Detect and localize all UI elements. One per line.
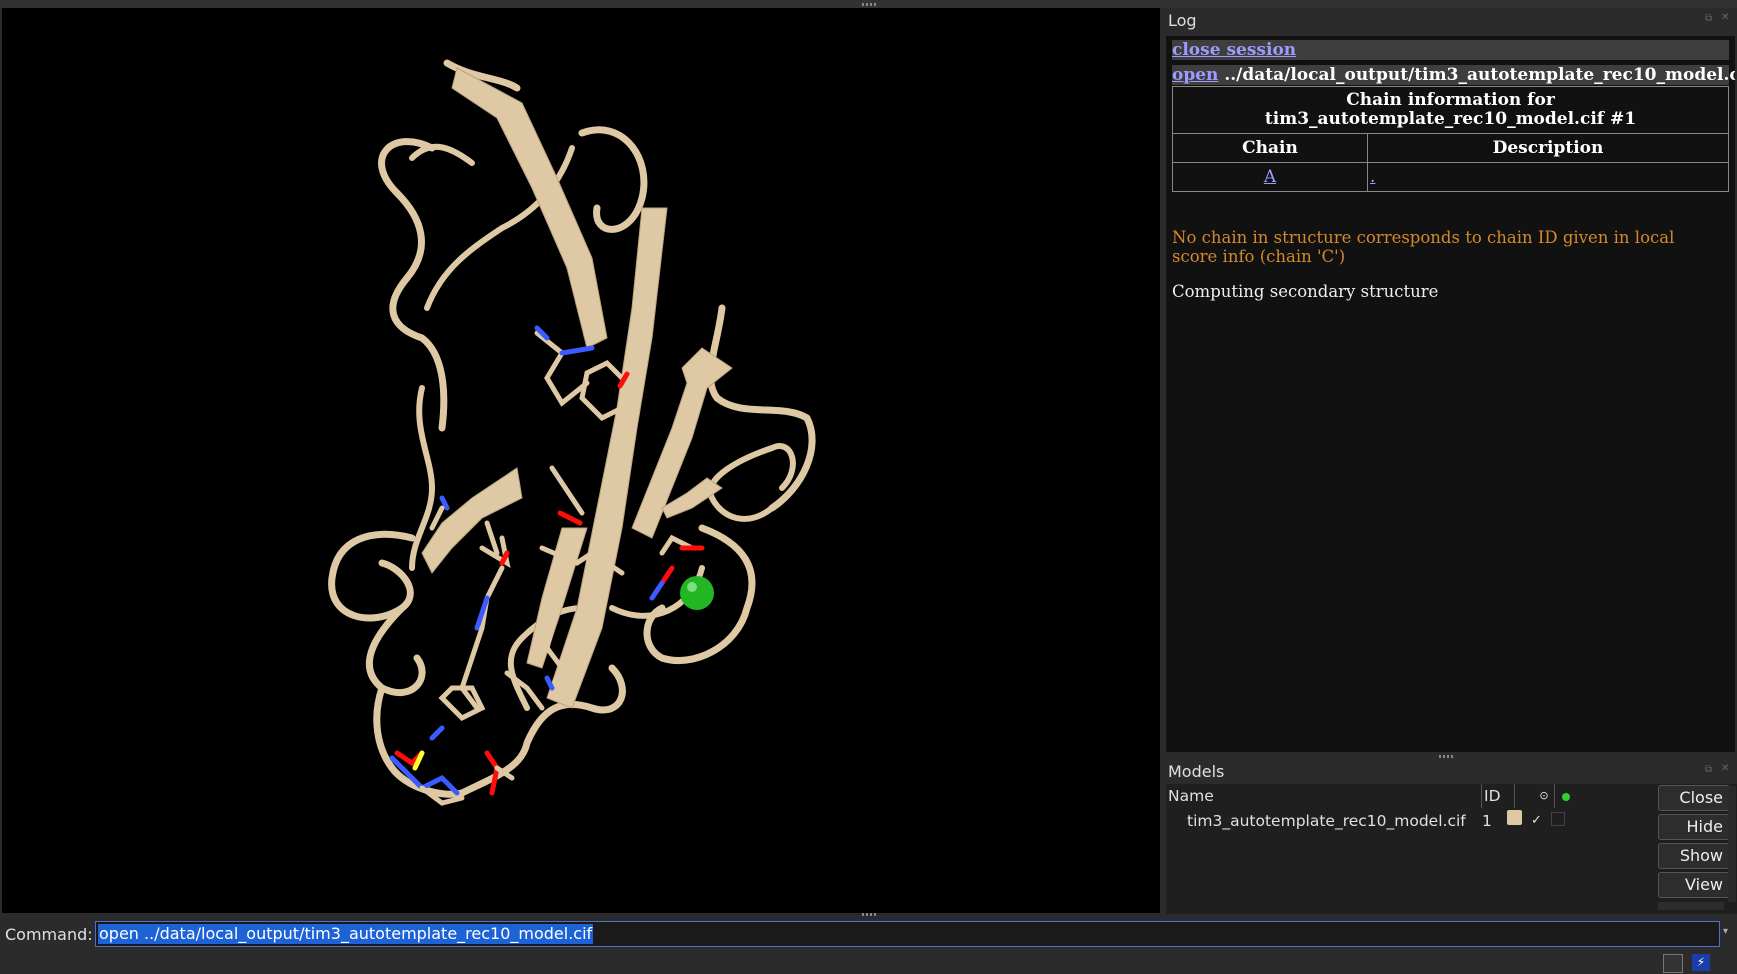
horizontal-scrollbar[interactable] — [1658, 902, 1724, 910]
description-column-header: Description — [1367, 133, 1729, 163]
open-link[interactable]: open — [1172, 65, 1218, 85]
chain-info-table: Chain information for tim3_autotemplate_… — [1172, 86, 1729, 192]
chain-table-title: Chain information for tim3_autotemplate_… — [1172, 86, 1729, 134]
model-select-checkbox[interactable] — [1551, 812, 1565, 826]
visibility-column-icon: ⊙ — [1534, 784, 1555, 808]
id-column-header[interactable]: ID — [1482, 784, 1515, 808]
model-shown-checkbox[interactable]: ✓ — [1531, 813, 1542, 828]
command-bar: Command: open ../data/local_output/tim3_… — [0, 913, 1737, 952]
chain-description-link[interactable]: . — [1370, 167, 1375, 187]
close-icon[interactable]: ✕ — [1721, 12, 1729, 23]
toggle-panels-icon[interactable] — [1663, 954, 1683, 973]
undock-icon[interactable]: ⧉ — [1705, 13, 1712, 24]
models-panel: Name ID ⊙ tim3_autotemplate_rec10_model.… — [1166, 784, 1737, 914]
close-model-button[interactable]: Close — [1658, 785, 1730, 811]
vertical-scrollbar[interactable] — [1728, 786, 1736, 902]
protein-structure-render — [328, 59, 816, 806]
undock-icon[interactable]: ⧉ — [1705, 764, 1712, 775]
command-label: Command: — [5, 925, 93, 944]
model-color-swatch[interactable] — [1507, 810, 1522, 825]
model-row-name[interactable]: tim3_autotemplate_rec10_model.cif — [1187, 812, 1466, 830]
log-panel: close session open ../data/local_output/… — [1166, 36, 1735, 752]
model-row-id: 1 — [1482, 812, 1492, 830]
hide-model-button[interactable]: Hide — [1658, 814, 1730, 840]
command-history-dropdown-icon[interactable]: ▾ — [1723, 926, 1728, 937]
open-path: ../data/local_output/tim3_autotemplate_r… — [1224, 65, 1735, 85]
log-info: Computing secondary structure — [1172, 282, 1439, 301]
rendering-icon[interactable]: ⚡ — [1692, 954, 1710, 971]
ion-sphere — [680, 576, 714, 610]
log-warning: No chain in structure corresponds to cha… — [1172, 228, 1675, 266]
close-session-link[interactable]: close session — [1172, 40, 1296, 60]
command-input-text[interactable]: open ../data/local_output/tim3_autotempl… — [98, 924, 594, 944]
chain-column-header: Chain — [1172, 133, 1368, 163]
top-splitter[interactable] — [0, 0, 1737, 8]
chain-a-link[interactable]: A — [1264, 167, 1276, 187]
log-command-open: open ../data/local_output/tim3_autotempl… — [1172, 65, 1735, 85]
close-icon[interactable]: ✕ — [1721, 763, 1729, 774]
log-command-close: close session — [1172, 40, 1729, 60]
name-column-header[interactable]: Name — [1166, 784, 1482, 808]
graphics-viewer[interactable] — [2, 8, 1160, 913]
status-bar: ⚡ — [0, 952, 1737, 974]
command-input[interactable]: open ../data/local_output/tim3_autotempl… — [95, 921, 1720, 947]
show-model-button[interactable]: Show — [1658, 843, 1730, 869]
view-model-button[interactable]: View — [1658, 872, 1730, 898]
log-panel-title: Log — [1168, 11, 1197, 30]
horizontal-splitter[interactable] — [1166, 752, 1737, 760]
select-column-icon — [1556, 784, 1576, 808]
models-panel-title: Models — [1168, 762, 1225, 781]
